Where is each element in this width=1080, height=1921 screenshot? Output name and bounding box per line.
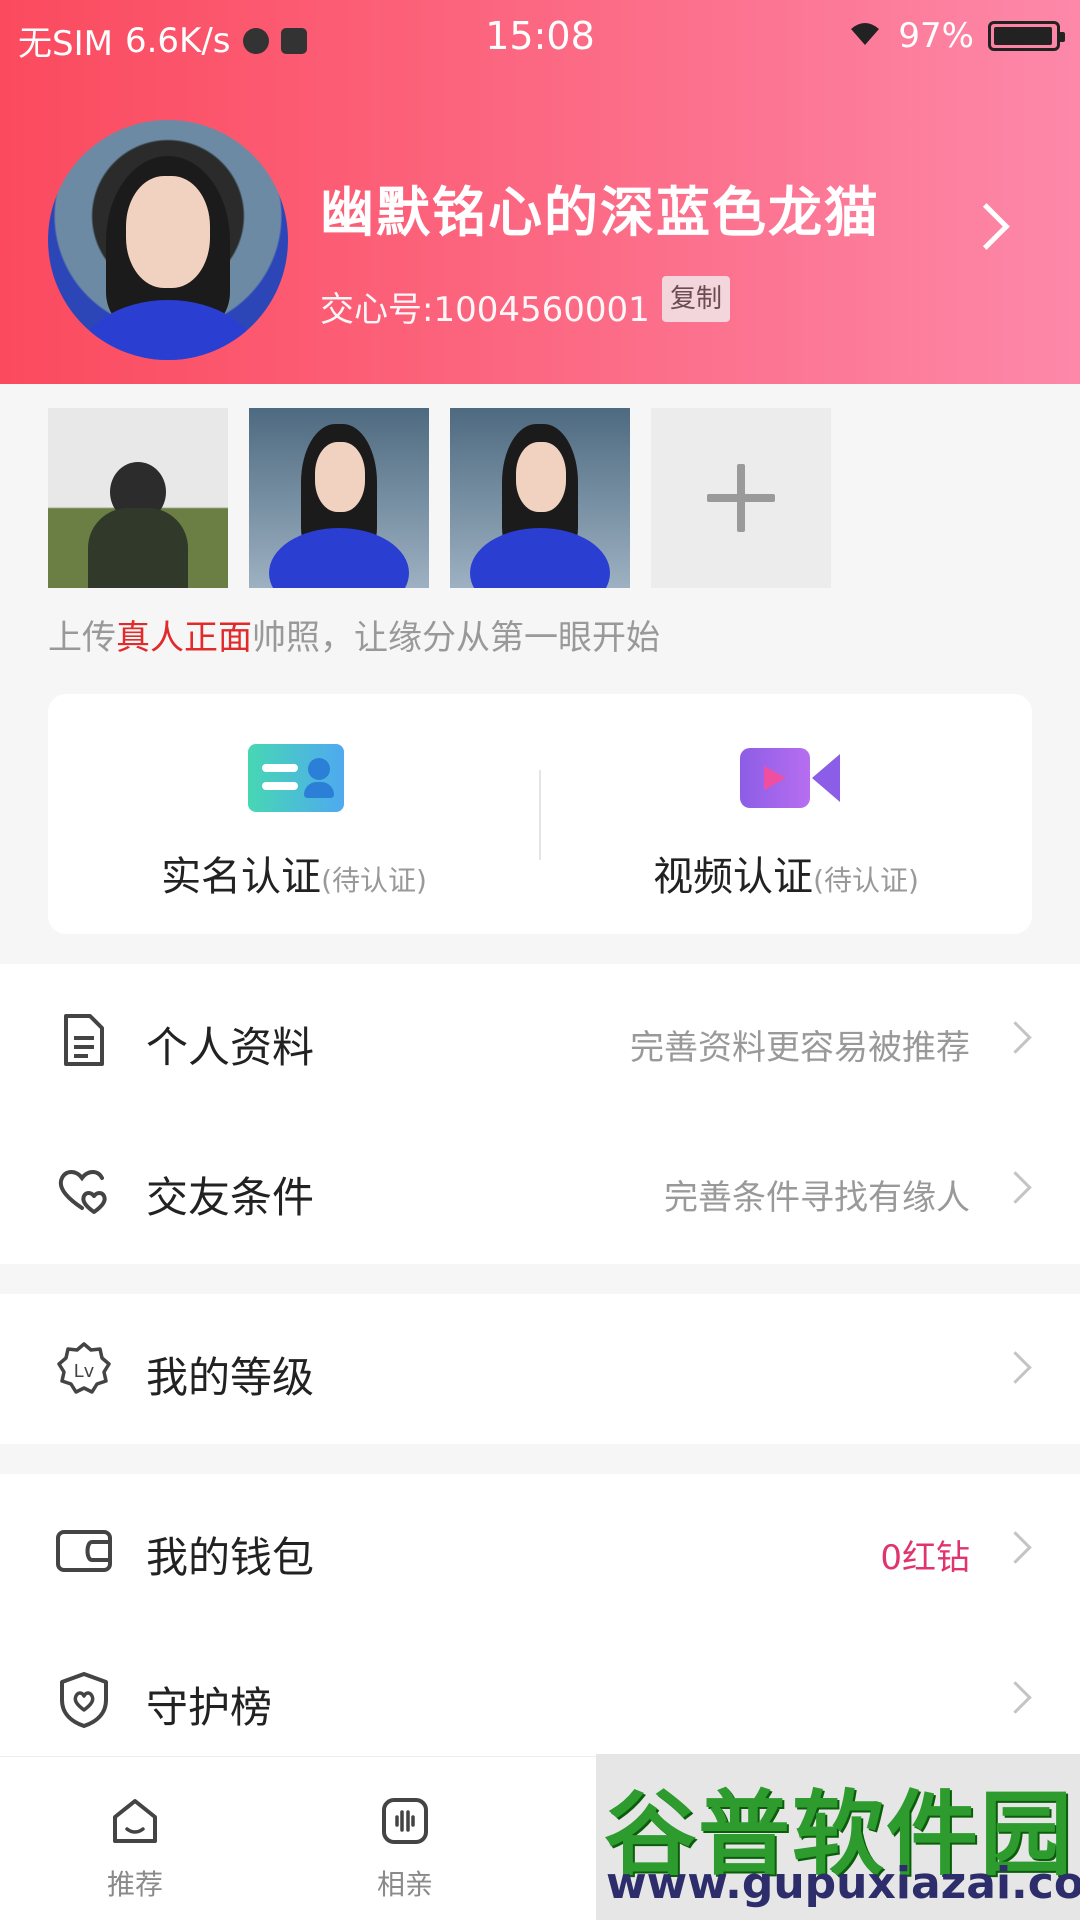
menu-label: 个人资料 <box>146 1023 315 1072</box>
tab-label: 相亲 <box>376 1868 433 1901</box>
avatar[interactable] <box>48 120 288 360</box>
profile-header: 无SIM 6.6K/s 15:08 97% 幽默铭心的深蓝色龙猫 交心号:100… <box>0 0 1080 384</box>
chevron-right-icon <box>999 1531 1032 1564</box>
chevron-right-icon <box>999 1681 1032 1714</box>
wallet-icon <box>56 1530 112 1572</box>
real-name-status: (待认证) <box>321 864 427 897</box>
svg-text:Lv: Lv <box>74 1361 95 1382</box>
voice-icon <box>382 1798 428 1844</box>
real-name-label: 实名认证 <box>161 854 322 900</box>
menu-value: 完善条件寻找有缘人 <box>664 1178 970 1218</box>
chevron-right-icon[interactable] <box>963 203 1010 250</box>
menu-group-profile: 个人资料 完善资料更容易被推荐 交友条件 完善条件寻找有缘人 <box>0 964 1080 1264</box>
status-bar: 无SIM 6.6K/s 15:08 97% <box>0 0 1080 76</box>
menu-label: 守护榜 <box>146 1683 273 1732</box>
nickname: 幽默铭心的深蓝色龙猫 <box>320 181 880 244</box>
add-photo-button[interactable] <box>651 408 831 588</box>
video-verification[interactable]: 视频认证(待认证) <box>540 694 1032 934</box>
document-icon <box>64 1014 104 1066</box>
menu-group-level: Lv 我的等级 <box>0 1294 1080 1444</box>
battery-icon <box>988 21 1065 51</box>
menu-label: 我的等级 <box>146 1353 315 1402</box>
battery-fill <box>994 27 1053 45</box>
home-icon <box>113 1799 157 1843</box>
menu-item-level[interactable]: Lv 我的等级 <box>0 1294 1080 1444</box>
real-name-verification[interactable]: 实名认证(待认证) <box>48 694 540 934</box>
user-id: 交心号:1004560001 <box>320 290 650 330</box>
chevron-right-icon <box>999 1351 1032 1384</box>
tab-recommend[interactable]: 推荐 <box>0 1757 270 1921</box>
battery-percent: 97% <box>898 16 974 56</box>
watermark-url: www.gupuxiazai.com <box>606 1858 1080 1909</box>
menu-label: 交友条件 <box>146 1173 315 1222</box>
tab-matchmaking[interactable]: 相亲 <box>270 1757 540 1921</box>
chevron-right-icon <box>999 1171 1032 1204</box>
shield-heart-icon <box>60 1672 108 1728</box>
video-status: (待认证) <box>813 864 919 897</box>
menu-value: 0红钻 <box>880 1538 970 1578</box>
menu-group-wallet: 我的钱包 0红钻 守护榜 <box>0 1474 1080 1774</box>
menu-item-wallet[interactable]: 我的钱包 0红钻 <box>0 1474 1080 1624</box>
video-camera-icon <box>740 744 840 812</box>
photo-thumbnail[interactable] <box>249 408 429 588</box>
verification-card: 实名认证(待认证) 视频认证(待认证) <box>48 694 1032 934</box>
tab-label: 推荐 <box>106 1868 163 1901</box>
wifi-icon <box>846 16 884 56</box>
photo-thumbnail[interactable] <box>48 408 228 588</box>
photo-hint: 上传真人正面帅照，让缘分从第一眼开始 <box>48 618 660 658</box>
photo-thumbnail[interactable] <box>450 408 630 588</box>
copy-button[interactable]: 复制 <box>662 276 731 322</box>
menu-item-guard[interactable]: 守护榜 <box>0 1624 1080 1774</box>
hearts-icon <box>58 1170 107 1214</box>
video-label: 视频认证 <box>653 854 814 900</box>
id-card-icon <box>248 744 344 812</box>
photo-section: 上传真人正面帅照，让缘分从第一眼开始 实名认证(待认证) 视频认证(待认证) <box>0 384 1080 964</box>
level-badge-icon: Lv <box>57 1342 111 1394</box>
menu-item-conditions[interactable]: 交友条件 完善条件寻找有缘人 <box>0 1114 1080 1264</box>
menu-value: 完善资料更容易被推荐 <box>630 1028 970 1068</box>
hint-highlight: 真人正面 <box>116 618 252 658</box>
chevron-right-icon <box>999 1021 1032 1054</box>
menu-label: 我的钱包 <box>146 1533 315 1582</box>
watermark: 谷普软件园 www.gupuxiazai.com <box>596 1754 1080 1920</box>
menu-item-profile[interactable]: 个人资料 完善资料更容易被推荐 <box>0 964 1080 1114</box>
